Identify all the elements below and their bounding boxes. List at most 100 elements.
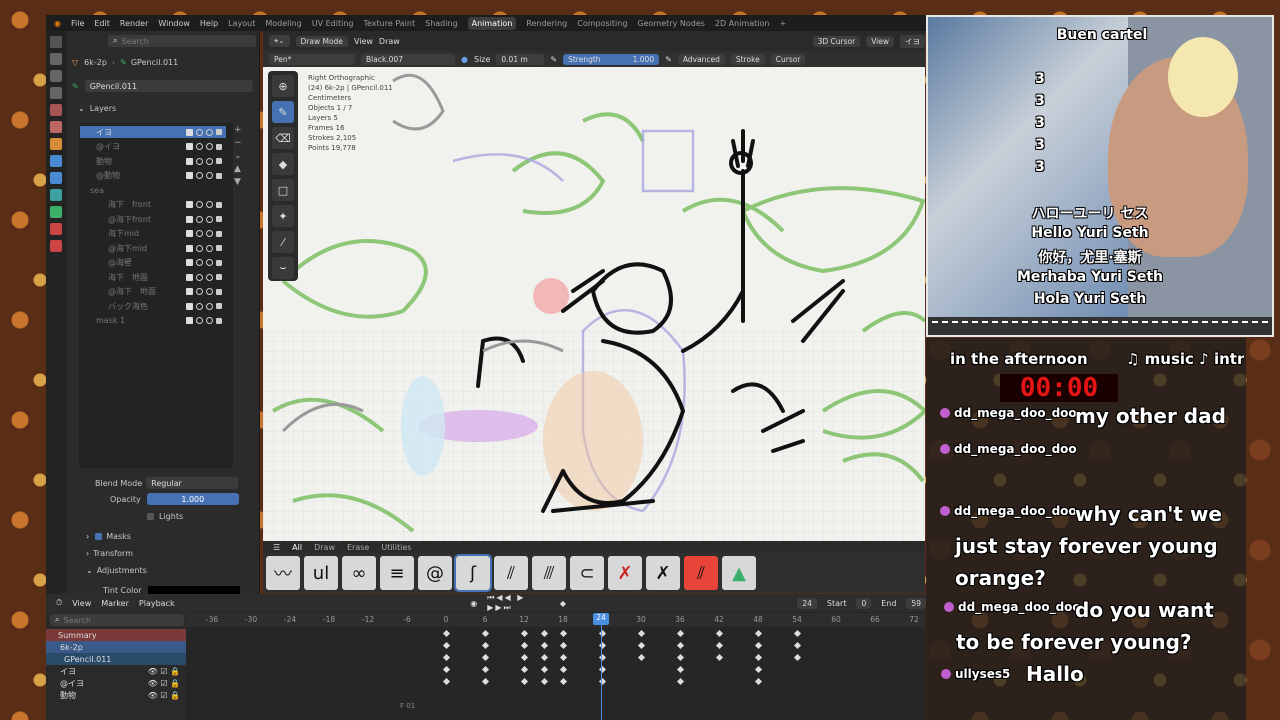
tab-compositing[interactable]: Compositing bbox=[577, 19, 627, 28]
onion-skin-icon[interactable] bbox=[196, 259, 203, 266]
tab-rendering[interactable]: Rendering bbox=[526, 19, 567, 28]
timeline-editor-icon[interactable]: ⏱ bbox=[56, 598, 62, 608]
tab-draw[interactable]: Draw bbox=[314, 543, 335, 552]
tab-layout[interactable]: Layout bbox=[228, 19, 255, 28]
brush-airbrush-icon[interactable]: ⫽ bbox=[494, 556, 528, 590]
tab-geometry-nodes[interactable]: Geometry Nodes bbox=[637, 19, 704, 28]
channel-layer[interactable]: 動物 👁 ☑ 🔒 bbox=[46, 689, 186, 701]
keyframe-nav-icon[interactable]: ◆ bbox=[560, 599, 566, 608]
editor-type-button[interactable]: ⌖⌄ bbox=[269, 35, 290, 47]
layer-row[interactable]: イヨ bbox=[80, 126, 226, 138]
layer-row[interactable]: 動物 bbox=[80, 155, 226, 167]
mask-icon[interactable] bbox=[186, 273, 193, 281]
stroke-dropdown[interactable]: Stroke bbox=[730, 53, 765, 65]
pressure-icon[interactable]: ✎ bbox=[550, 55, 557, 64]
lock-icon[interactable] bbox=[216, 245, 222, 251]
object-select[interactable]: イヨ bbox=[900, 34, 925, 48]
tab-texture-paint[interactable]: Texture Paint bbox=[363, 19, 415, 28]
tint-color-swatch[interactable] bbox=[147, 586, 240, 594]
onion-skin-icon[interactable] bbox=[196, 317, 203, 324]
onion-skin-icon[interactable] bbox=[196, 143, 203, 150]
lock-icon[interactable] bbox=[216, 143, 222, 150]
onion-skin-icon[interactable] bbox=[196, 215, 203, 223]
physics-tab-icon[interactable] bbox=[50, 189, 62, 201]
brush-select[interactable]: Pen* bbox=[269, 53, 355, 65]
material-select[interactable]: Black.007 bbox=[361, 53, 455, 65]
record-icon[interactable]: ◉ bbox=[470, 599, 477, 608]
lock-icon[interactable] bbox=[216, 317, 222, 324]
breadcrumb-data[interactable]: GPencil.011 bbox=[131, 58, 178, 67]
channel-layer[interactable]: イヨ 👁 ☑ 🔒 bbox=[46, 665, 186, 677]
render-tab-icon[interactable] bbox=[50, 53, 62, 65]
mask-icon[interactable] bbox=[186, 143, 193, 150]
layer-row[interactable]: 海下mid bbox=[80, 228, 226, 240]
lock-icon[interactable] bbox=[216, 259, 222, 266]
material-tab-icon[interactable] bbox=[50, 223, 62, 235]
mask-icon[interactable] bbox=[186, 302, 193, 310]
menu-file[interactable]: File bbox=[71, 19, 84, 28]
transform-header[interactable]: › Transform bbox=[86, 547, 133, 559]
object-tab-icon[interactable] bbox=[50, 138, 62, 150]
brush-eraser-icon[interactable]: ✗ bbox=[608, 556, 642, 590]
mask-icon[interactable] bbox=[186, 201, 193, 208]
mask-icon[interactable] bbox=[186, 172, 193, 179]
move-layer-up-button[interactable]: ▲ bbox=[234, 163, 242, 176]
move-layer-down-button[interactable]: ▼ bbox=[234, 176, 242, 189]
eye-icon[interactable] bbox=[206, 259, 213, 266]
onion-skin-icon[interactable] bbox=[196, 302, 203, 310]
layer-row[interactable]: 海下 地面 bbox=[80, 271, 226, 283]
opacity-slider[interactable]: 1.000 bbox=[146, 493, 239, 505]
menu-draw[interactable]: Draw bbox=[379, 37, 400, 46]
layer-row[interactable]: sea bbox=[80, 184, 226, 196]
brush-fill-icon[interactable]: ⊂ bbox=[570, 556, 604, 590]
breadcrumb-object[interactable]: 6k-2p bbox=[84, 58, 107, 67]
brush-ink-icon[interactable]: 〰 bbox=[266, 556, 300, 590]
tool-tab-icon[interactable] bbox=[50, 36, 62, 48]
layer-row[interactable]: @イヨ bbox=[80, 141, 226, 153]
channel-search[interactable]: ⌕ Search bbox=[50, 614, 184, 626]
eye-icon[interactable] bbox=[206, 143, 213, 150]
lock-icon[interactable] bbox=[216, 158, 222, 164]
cursor-dropdown[interactable]: Cursor bbox=[770, 53, 806, 65]
eye-icon[interactable] bbox=[206, 302, 213, 310]
tab-all[interactable]: All bbox=[292, 543, 302, 552]
brush-pen-icon[interactable]: ul bbox=[304, 556, 338, 590]
brush-tint-icon[interactable]: ▲ bbox=[722, 556, 756, 590]
mask-icon[interactable] bbox=[186, 317, 193, 324]
lock-icon[interactable] bbox=[216, 288, 222, 295]
onion-skin-icon[interactable] bbox=[196, 244, 203, 252]
draw-tool-icon[interactable]: ✎ bbox=[272, 101, 294, 123]
tab-2d-animation[interactable]: 2D Animation bbox=[715, 19, 770, 28]
cursor-tool-icon[interactable]: ⊕ bbox=[272, 75, 294, 97]
props-search-field[interactable]: ⌕ Search bbox=[108, 35, 256, 47]
adjustments-header[interactable]: ⌄ Adjustments bbox=[86, 564, 147, 576]
eye-icon[interactable] bbox=[206, 201, 213, 208]
strength-slider[interactable]: Strength 1.000 bbox=[563, 53, 660, 65]
curve-tool-icon[interactable]: ⌣ bbox=[272, 257, 294, 279]
advanced-dropdown[interactable]: Advanced bbox=[677, 53, 725, 65]
onion-skin-icon[interactable] bbox=[196, 157, 203, 165]
lock-icon[interactable] bbox=[216, 303, 222, 309]
mask-icon[interactable] bbox=[186, 230, 193, 237]
channel-layer[interactable]: @イヨ 👁 ☑ 🔒 bbox=[46, 677, 186, 689]
mode-select[interactable]: Draw Mode bbox=[295, 35, 348, 47]
eye-icon[interactable] bbox=[206, 215, 213, 223]
layer-row[interactable]: 海下 front bbox=[80, 199, 226, 211]
tab-modeling[interactable]: Modeling bbox=[265, 19, 301, 28]
menu-marker[interactable]: Marker bbox=[101, 599, 129, 608]
eye-icon[interactable] bbox=[206, 230, 213, 237]
current-frame-field[interactable]: 24 bbox=[797, 597, 817, 609]
eye-icon[interactable] bbox=[206, 244, 213, 252]
lock-icon[interactable] bbox=[216, 216, 222, 222]
menu-render[interactable]: Render bbox=[120, 19, 148, 28]
end-frame-field[interactable]: 59 bbox=[906, 597, 926, 609]
onion-skin-icon[interactable] bbox=[196, 273, 203, 281]
eyedropper-tool-icon[interactable]: ⁄ bbox=[272, 231, 294, 253]
tab-utilities[interactable]: Utilities bbox=[381, 543, 411, 552]
scene-tab-icon[interactable] bbox=[50, 104, 62, 116]
data-block-selector[interactable]: ✎ GPencil.011 bbox=[72, 80, 253, 92]
tab-erase[interactable]: Erase bbox=[347, 543, 369, 552]
layer-row[interactable]: @海壁 bbox=[80, 257, 226, 269]
start-frame-field[interactable]: 0 bbox=[856, 597, 872, 609]
tab-animation[interactable]: Animation bbox=[467, 16, 517, 30]
